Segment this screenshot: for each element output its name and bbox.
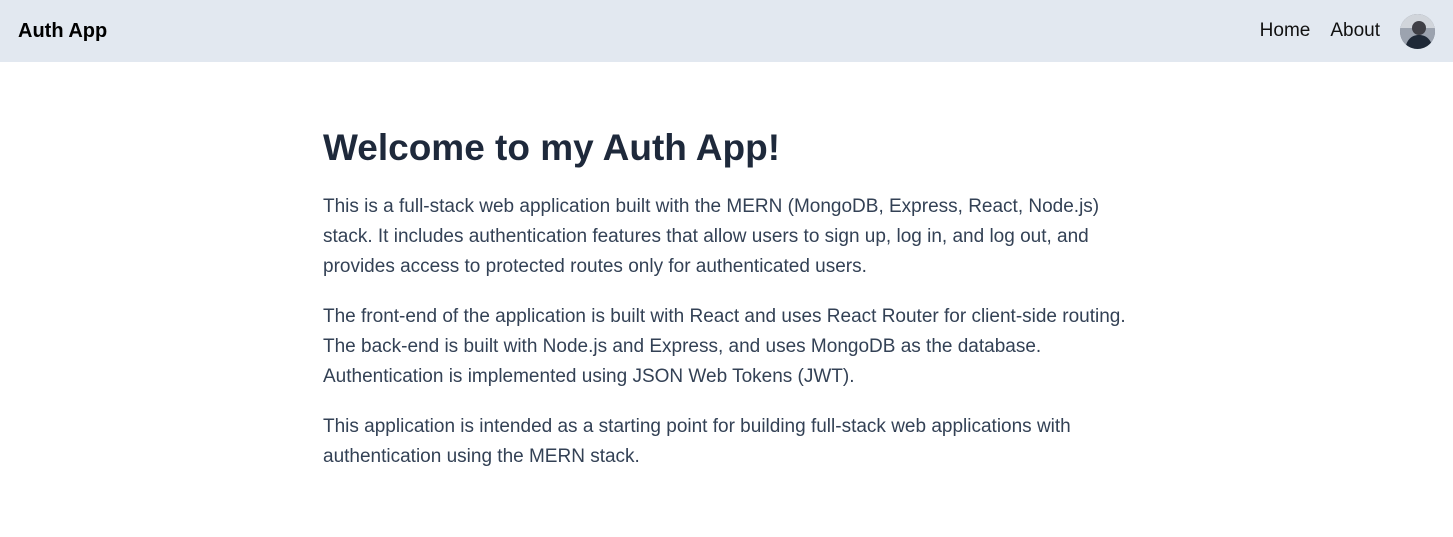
intro-paragraph: This is a full-stack web application bui… (323, 196, 1100, 277)
profile-avatar[interactable] (1400, 13, 1435, 49)
nav-link-about[interactable]: About (1330, 20, 1380, 42)
nav-menu: Home About (1260, 13, 1435, 49)
architecture-paragraph: The front-end of the application is buil… (323, 306, 1126, 387)
top-navbar: Auth App Home About (0, 0, 1453, 62)
nav-link-home[interactable]: Home (1260, 20, 1311, 42)
brand-link[interactable]: Auth App (18, 20, 107, 43)
user-avatar-icon (1400, 13, 1435, 49)
page-title: Welcome to my Auth App! (323, 127, 781, 168)
main-content: Welcome to my Auth App! This is a full-s… (323, 62, 1129, 472)
purpose-paragraph: This application is intended as a starti… (323, 416, 1071, 467)
